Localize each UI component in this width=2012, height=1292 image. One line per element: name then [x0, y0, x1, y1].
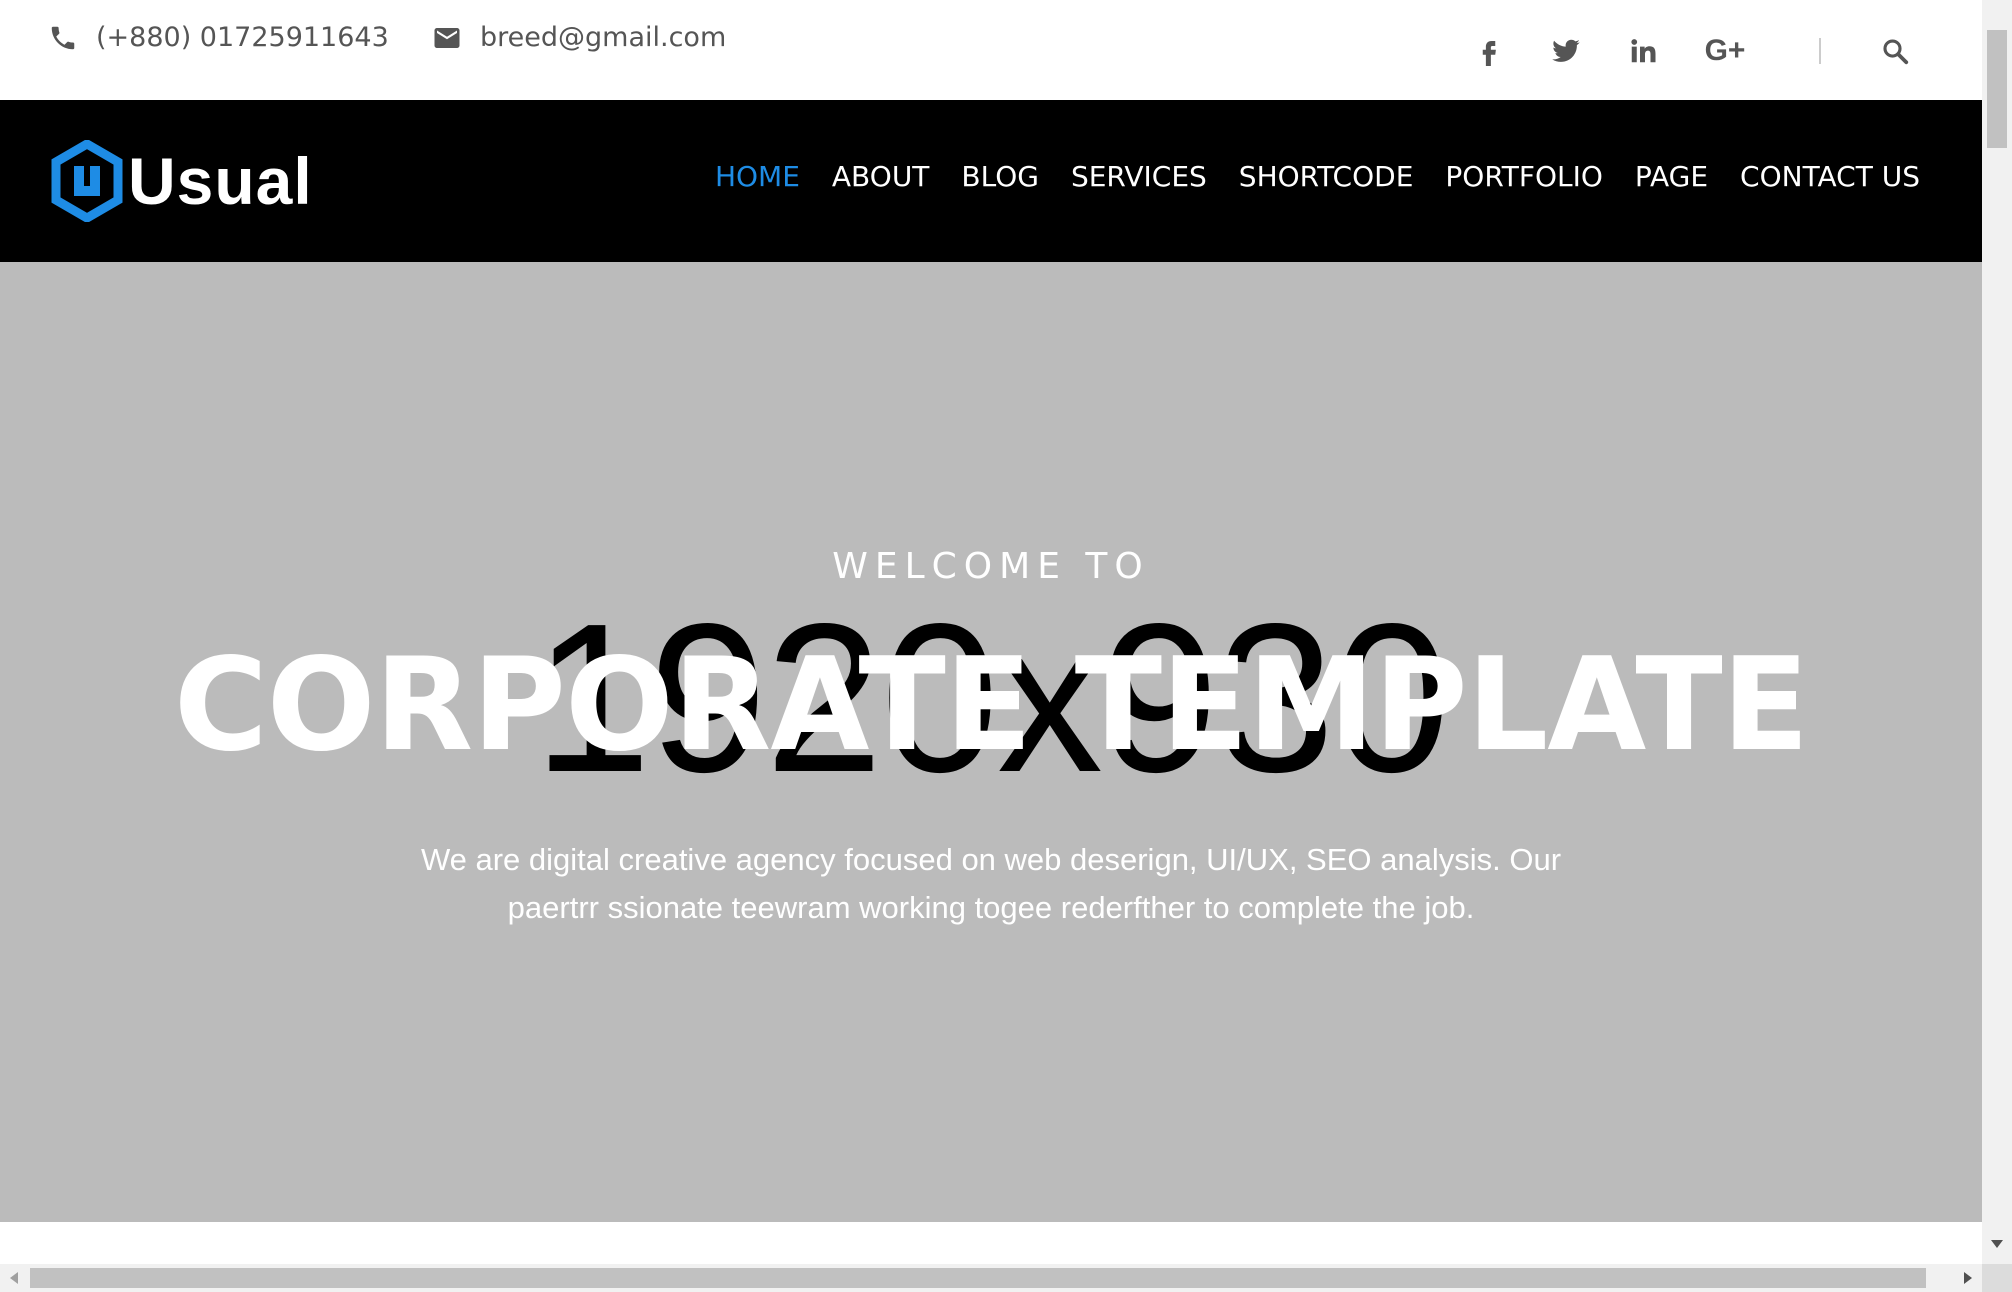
nav-blog[interactable]: BLOG: [961, 160, 1039, 193]
tagline-line-1: We are digital creative agency focused o…: [420, 842, 1562, 877]
search-icon[interactable]: [1880, 36, 1910, 66]
linkedin-icon[interactable]: [1624, 28, 1662, 74]
hero-headline: CORPORATE TEMPLATE: [173, 631, 1809, 780]
email-address: breed@gmail.com: [480, 22, 727, 53]
brand-name: Usual: [128, 144, 313, 218]
scroll-down-arrow-icon[interactable]: [1991, 1240, 2003, 1248]
twitter-icon[interactable]: [1547, 28, 1585, 74]
vertical-scrollbar[interactable]: [1982, 0, 2012, 1264]
vertical-scroll-thumb[interactable]: [1987, 30, 2007, 148]
phone-contact[interactable]: (+880) 01725911643: [48, 22, 389, 53]
nav-menu: HOME ABOUT BLOG SERVICES SHORTCODE PORTF…: [683, 160, 1920, 193]
horizontal-scroll-thumb[interactable]: [30, 1268, 1926, 1288]
google-plus-icon[interactable]: G+: [1701, 28, 1749, 74]
nav-home[interactable]: HOME: [715, 160, 800, 193]
phone-number: (+880) 01725911643: [96, 22, 389, 53]
nav-shortcode[interactable]: SHORTCODE: [1239, 160, 1414, 193]
scroll-right-arrow-icon[interactable]: [1964, 1272, 1972, 1284]
email-contact[interactable]: breed@gmail.com: [432, 22, 726, 53]
nav-contact-us[interactable]: CONTACT US: [1740, 160, 1920, 193]
hero-welcome: WELCOME TO: [832, 546, 1150, 587]
social-links: G+: [1470, 28, 1749, 74]
hero-banner: 1920x930 WELCOME TO CORPORATE TEMPLATE W…: [0, 262, 1982, 1222]
main-navbar: Usual HOME ABOUT BLOG SERVICES SHORTCODE…: [0, 100, 1982, 262]
top-contact-bar: (+880) 01725911643 breed@gmail.com G+: [0, 0, 1982, 100]
nav-page[interactable]: PAGE: [1635, 160, 1708, 193]
hero-tagline: We are digital creative agency focused o…: [400, 836, 1582, 932]
separator: [1819, 38, 1821, 64]
facebook-icon[interactable]: [1470, 28, 1508, 74]
page: (+880) 01725911643 breed@gmail.com G+ Us…: [0, 0, 1982, 1264]
nav-services[interactable]: SERVICES: [1071, 160, 1207, 193]
scroll-left-arrow-icon[interactable]: [10, 1272, 18, 1284]
horizontal-scrollbar[interactable]: [0, 1264, 2012, 1292]
nav-portfolio[interactable]: PORTFOLIO: [1445, 160, 1603, 193]
nav-about[interactable]: ABOUT: [832, 160, 930, 193]
mail-icon: [434, 27, 460, 48]
phone-icon: [51, 26, 75, 49]
logo[interactable]: Usual: [50, 140, 313, 222]
hexagon-logo-icon: [51, 140, 123, 222]
tagline-line-2: paertrr ssionate teewram working togee r…: [507, 890, 1475, 925]
scrollbar-corner: [1982, 1264, 2012, 1292]
